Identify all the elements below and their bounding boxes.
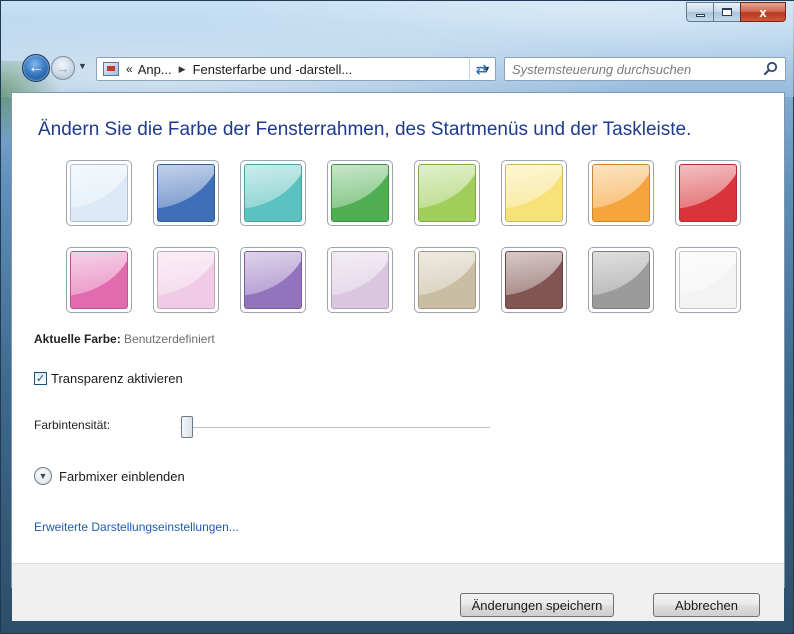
chevron-down-icon: ▼ (78, 61, 87, 71)
maximize-icon (722, 8, 732, 16)
recent-pages-button[interactable]: ▼ (78, 61, 87, 71)
color-swatch[interactable] (66, 247, 132, 313)
breadcrumb-item[interactable]: Anp... (138, 62, 172, 77)
color-swatch[interactable] (153, 160, 219, 226)
color-swatch[interactable] (501, 247, 567, 313)
color-swatch-fill (331, 251, 389, 309)
color-swatch[interactable] (66, 160, 132, 226)
refresh-button[interactable]: ⇄ (469, 59, 493, 79)
transparency-option[interactable]: ✓ Transparenz aktivieren (34, 371, 183, 386)
color-swatch[interactable] (327, 160, 393, 226)
color-swatch[interactable] (240, 247, 306, 313)
control-panel-icon (103, 62, 119, 76)
color-swatch[interactable] (675, 160, 741, 226)
color-swatch-fill (592, 251, 650, 309)
refresh-icon: ⇄ (475, 60, 488, 77)
transparency-label[interactable]: Transparenz aktivieren (51, 371, 183, 386)
color-swatch[interactable] (501, 160, 567, 226)
search-box[interactable] (504, 57, 786, 81)
color-swatch-fill (70, 164, 128, 222)
content-panel: Ändern Sie die Farbe der Fensterrahmen, … (11, 92, 785, 621)
window: x ← → ▼ « Anp... ▶ Fensterfarbe und -dar… (0, 0, 794, 634)
current-color-value: Benutzerdefiniert (124, 332, 215, 346)
color-swatch[interactable] (588, 160, 654, 226)
transparency-checkbox[interactable]: ✓ (34, 372, 47, 385)
color-swatch[interactable] (414, 160, 480, 226)
color-mixer-toggle[interactable]: ▼ Farbmixer einblenden (34, 467, 185, 485)
maximize-button[interactable] (713, 2, 741, 22)
color-swatch-fill (505, 164, 563, 222)
search-icon[interactable] (762, 60, 780, 78)
close-icon: x (759, 4, 767, 20)
color-swatch-fill (157, 251, 215, 309)
color-swatch-fill (244, 251, 302, 309)
color-swatch-fill (592, 164, 650, 222)
arrow-right-icon: → (56, 60, 70, 76)
address-bar[interactable]: « Anp... ▶ Fensterfarbe und -darstell...… (96, 57, 496, 81)
close-button[interactable]: x (740, 2, 786, 22)
current-color-label: Aktuelle Farbe: (34, 332, 121, 346)
intensity-slider-thumb[interactable] (181, 416, 194, 438)
breadcrumb-overflow[interactable]: « (126, 62, 133, 76)
color-mixer-label[interactable]: Farbmixer einblenden (59, 469, 185, 484)
color-swatch-fill (679, 251, 737, 309)
color-swatch-fill (505, 251, 563, 309)
intensity-slider-track[interactable] (180, 427, 490, 429)
search-input[interactable] (512, 61, 762, 77)
color-swatch-fill (244, 164, 302, 222)
forward-button[interactable]: → (51, 56, 75, 80)
page-title: Ändern Sie die Farbe der Fensterrahmen, … (38, 119, 692, 140)
window-bottom-frame (1, 589, 794, 634)
caption-buttons: x (686, 2, 786, 22)
intensity-label: Farbintensität: (34, 418, 111, 432)
color-swatch[interactable] (240, 160, 306, 226)
color-swatch-fill (418, 164, 476, 222)
minimize-icon (695, 13, 705, 17)
color-swatch-fill (331, 164, 389, 222)
color-swatch[interactable] (153, 247, 219, 313)
back-button[interactable]: ← (22, 54, 50, 82)
color-swatch-fill (70, 251, 128, 309)
color-swatch-fill (157, 164, 215, 222)
color-swatch[interactable] (327, 247, 393, 313)
chevron-down-icon[interactable]: ▼ (34, 467, 52, 485)
color-swatch-fill (679, 164, 737, 222)
window-frame (1, 1, 794, 97)
color-swatch-fill (418, 251, 476, 309)
breadcrumb-separator-icon[interactable]: ▶ (179, 64, 186, 75)
current-color: Aktuelle Farbe: Benutzerdefiniert (34, 332, 215, 346)
breadcrumb-item[interactable]: Fensterfarbe und -darstell... (193, 62, 353, 77)
color-swatch[interactable] (675, 247, 741, 313)
color-swatch[interactable] (588, 247, 654, 313)
advanced-settings-link[interactable]: Erweiterte Darstellungseinstellungen... (34, 520, 239, 534)
minimize-button[interactable] (686, 2, 714, 22)
color-swatch[interactable] (414, 247, 480, 313)
arrow-left-icon: ← (28, 59, 44, 76)
